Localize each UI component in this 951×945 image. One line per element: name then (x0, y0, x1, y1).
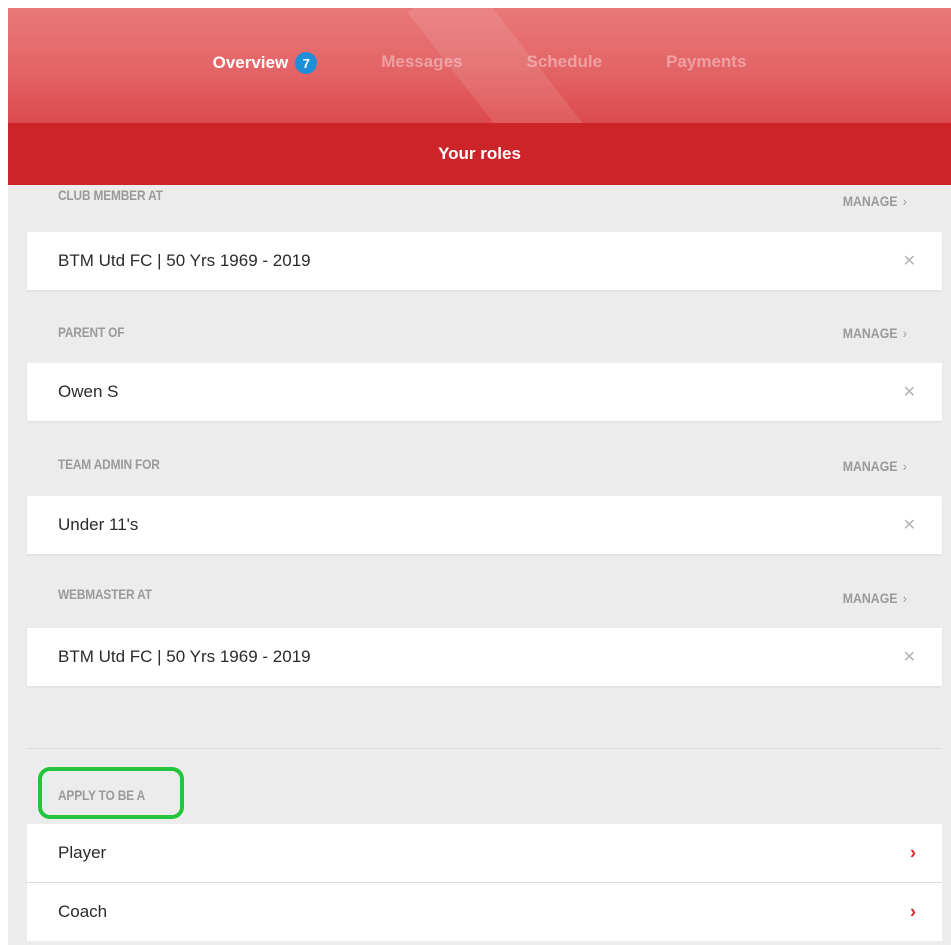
manage-team-admin-link[interactable]: MANAGE › (843, 458, 907, 474)
manage-label: MANAGE (842, 590, 898, 606)
role-card-club-member: BTM Utd FC | 50 Yrs 1969 - 2019 ✕ (27, 232, 942, 290)
manage-parent-link[interactable]: MANAGE › (843, 325, 907, 341)
tab-schedule[interactable]: Schedule (526, 52, 602, 72)
manage-webmaster-link[interactable]: MANAGE › (843, 590, 907, 606)
section-divider (27, 748, 942, 749)
manage-label: MANAGE (842, 325, 898, 341)
chevron-right-icon: › (910, 842, 916, 863)
role-card-text: Under 11's (58, 515, 139, 534)
tab-payments-label: Payments (666, 52, 747, 71)
notification-badge: 7 (295, 52, 318, 74)
tab-payments[interactable]: Payments (666, 52, 746, 72)
tab-header: Overview 7 Messages Schedule Payments (8, 8, 951, 123)
role-card-team-admin: Under 11's ✕ (27, 496, 942, 554)
section-label-webmaster: WEBMASTER AT (58, 586, 152, 602)
chevron-right-icon: › (902, 590, 907, 606)
apply-option-label: Player (58, 843, 107, 862)
role-card-text: BTM Utd FC | 50 Yrs 1969 - 2019 (58, 647, 311, 666)
role-card-text: Owen S (58, 382, 119, 401)
close-icon[interactable]: ✕ (903, 515, 916, 535)
chevron-right-icon: › (910, 901, 916, 922)
tab-overview[interactable]: Overview 7 (213, 52, 318, 74)
tab-overview-label: Overview (212, 53, 289, 72)
roles-bar-title: Your roles (438, 144, 521, 163)
section-label-apply: APPLY TO BE A (58, 787, 146, 803)
roles-bar: Your roles (8, 123, 951, 185)
chevron-right-icon: › (902, 458, 907, 474)
page: Overview 7 Messages Schedule Payments Yo… (8, 8, 951, 945)
manage-label: MANAGE (842, 458, 898, 474)
tab-messages-label: Messages (381, 52, 463, 71)
apply-option-label: Coach (58, 902, 108, 921)
role-card-text: BTM Utd FC | 50 Yrs 1969 - 2019 (58, 251, 311, 270)
chevron-right-icon: › (902, 193, 907, 209)
manage-label: MANAGE (842, 193, 898, 209)
manage-club-member-link[interactable]: MANAGE › (843, 193, 907, 209)
apply-option-player[interactable]: Player › (27, 824, 942, 882)
close-icon[interactable]: ✕ (903, 382, 916, 402)
role-card-parent: Owen S ✕ (27, 363, 942, 421)
apply-option-coach[interactable]: Coach › (27, 883, 942, 941)
chevron-right-icon: › (902, 325, 907, 341)
tab-bar: Overview 7 Messages Schedule Payments (8, 8, 951, 123)
section-label-team-admin: TEAM ADMIN FOR (58, 456, 160, 472)
section-label-parent: PARENT OF (58, 324, 125, 340)
role-card-webmaster: BTM Utd FC | 50 Yrs 1969 - 2019 ✕ (27, 628, 942, 686)
section-label-club-member: CLUB MEMBER AT (58, 187, 163, 203)
close-icon[interactable]: ✕ (903, 251, 916, 271)
tab-messages[interactable]: Messages (381, 52, 462, 72)
close-icon[interactable]: ✕ (903, 647, 916, 667)
tab-schedule-label: Schedule (526, 52, 603, 71)
